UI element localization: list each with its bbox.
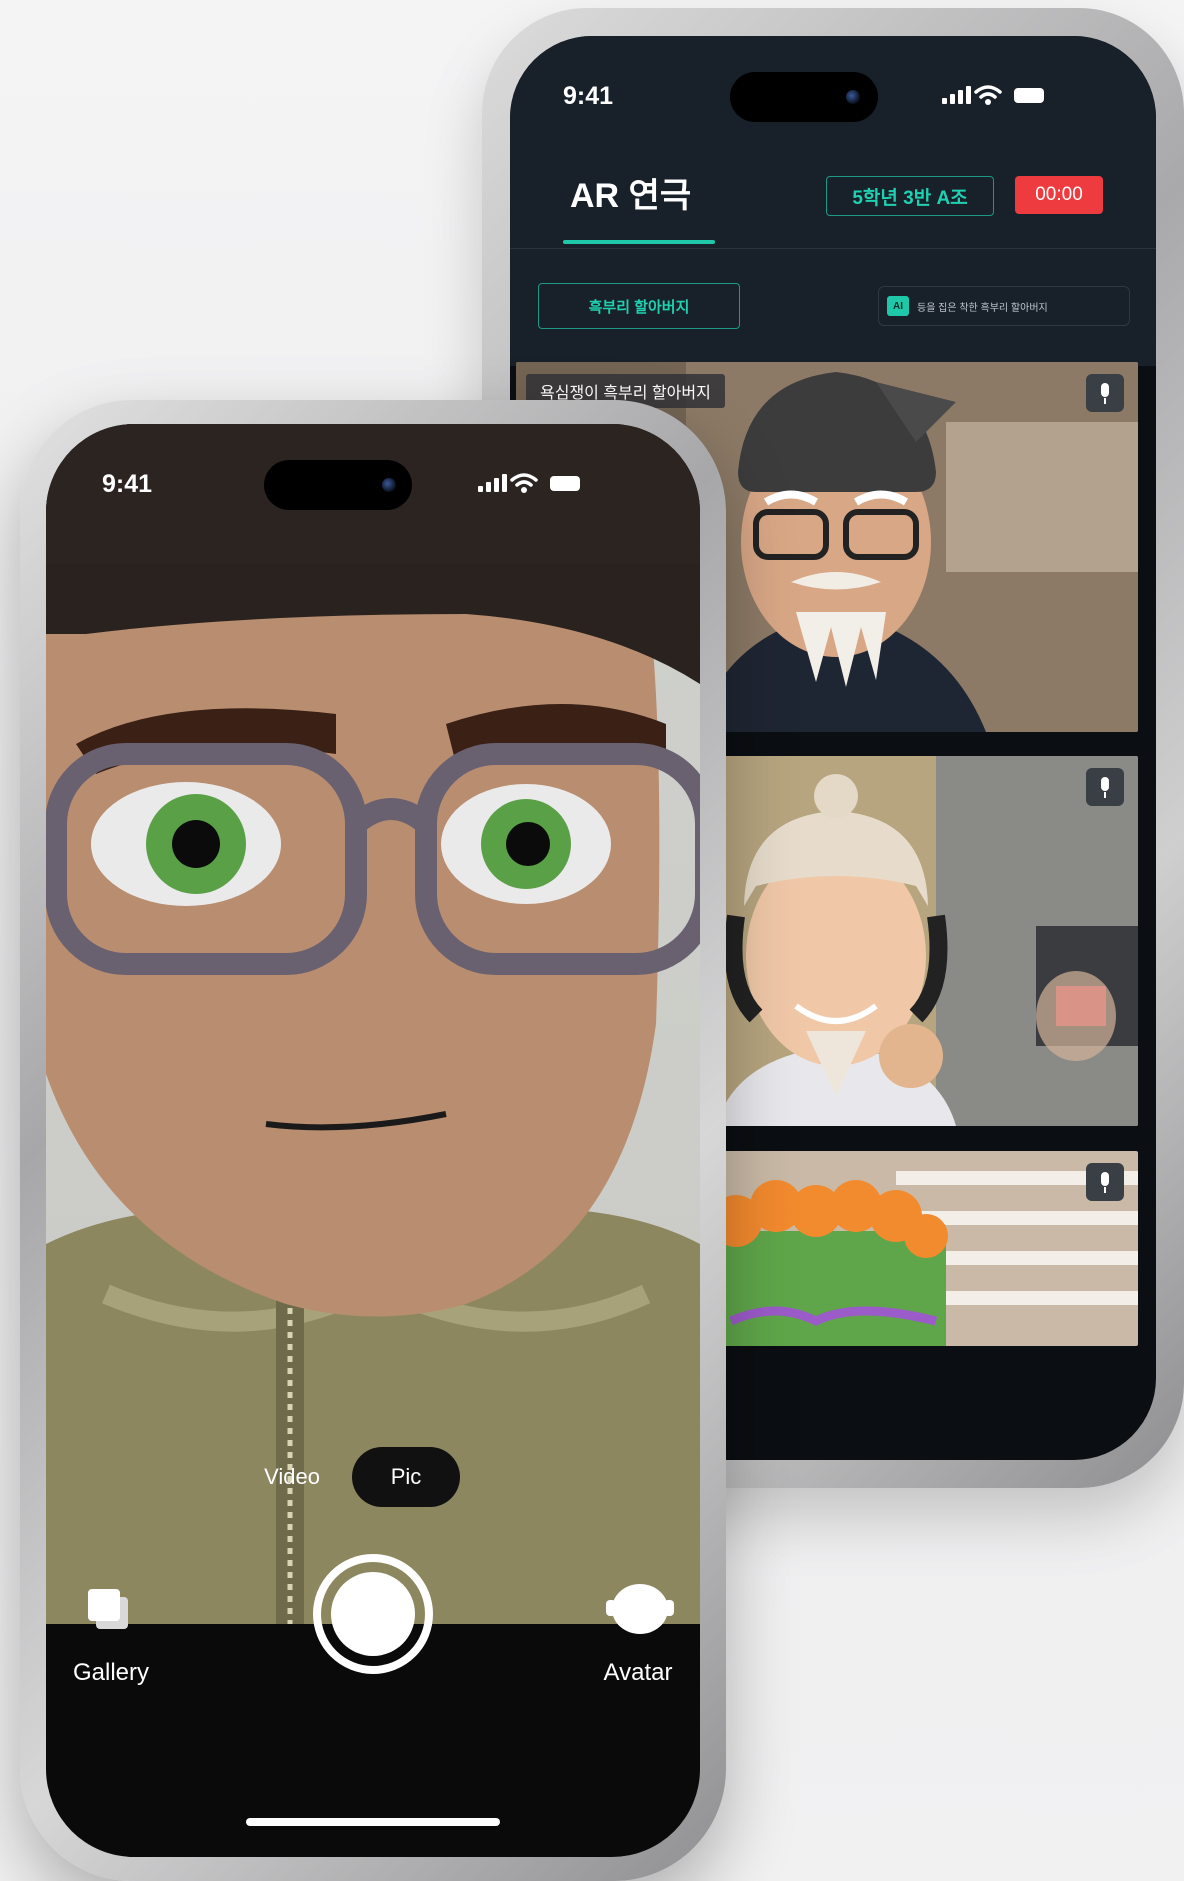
status-time: 9:41: [563, 82, 614, 110]
dynamic-island: [264, 460, 412, 510]
signal-icon: [942, 86, 971, 104]
camera-viewfinder: [46, 424, 700, 1624]
role-info: AI 등을 집은 착한 흑부리 할아버지: [878, 286, 1130, 326]
battery-icon: [550, 476, 580, 491]
gallery-icon[interactable]: [88, 1589, 128, 1629]
wifi-icon: [510, 473, 538, 493]
front-camera-icon: [846, 90, 860, 104]
mode-video[interactable]: Video: [242, 1447, 342, 1507]
front-phone-screen: 9:41 Video Pic Gallery Avatar: [46, 424, 700, 1857]
role-info-text: 등을 집은 착한 흑부리 할아버지: [917, 302, 1048, 314]
home-indicator: [246, 1818, 500, 1826]
mic-icon[interactable]: [1086, 1163, 1124, 1201]
dynamic-island: [730, 72, 878, 122]
active-tab-indicator: [563, 240, 715, 244]
mic-icon[interactable]: [1086, 768, 1124, 806]
role-button[interactable]: 흑부리 할아버지: [538, 283, 740, 329]
wifi-icon: [974, 85, 1002, 105]
page-title: AR 연극: [570, 177, 692, 215]
avatar-label[interactable]: Avatar: [588, 1659, 688, 1687]
timer-badge: 00:00: [1015, 176, 1103, 214]
signal-icon: [478, 474, 507, 492]
status-time: 9:41: [102, 470, 153, 498]
front-camera-icon: [382, 478, 396, 492]
shutter-button[interactable]: [313, 1554, 433, 1674]
battery-icon: [1014, 88, 1044, 103]
class-group-badge: 5학년 3반 A조: [826, 176, 994, 216]
avatar-face-preview: [46, 424, 700, 1624]
mic-icon[interactable]: [1086, 374, 1124, 412]
gallery-label[interactable]: Gallery: [66, 1659, 156, 1687]
front-phone: 9:41 Video Pic Gallery Avatar: [20, 400, 726, 1881]
ai-tag: AI: [887, 296, 909, 316]
header-divider: [510, 248, 1156, 249]
mode-pic[interactable]: Pic: [352, 1447, 460, 1507]
